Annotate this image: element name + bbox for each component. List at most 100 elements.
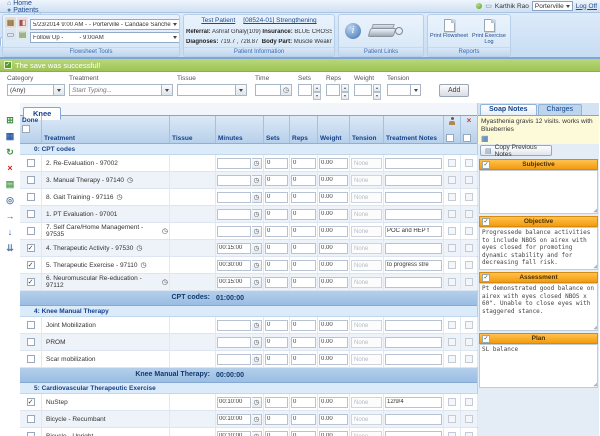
done-checkbox[interactable] (26, 415, 35, 423)
copy-icon[interactable]: ⇊ (5, 243, 16, 254)
tension-select[interactable]: None (351, 413, 382, 425)
remove-checkbox[interactable] (465, 338, 473, 346)
section-header[interactable]: 0: CPT codes (20, 144, 477, 155)
tension-select[interactable]: None (351, 225, 382, 237)
print-flowsheet-button[interactable]: Print Flowsheet (430, 17, 468, 45)
soap-text-objective[interactable]: Progressede balance activities to includ… (479, 227, 598, 270)
nav-tab-patients[interactable]: ● Patients (0, 7, 72, 14)
grid-icon[interactable]: ▤ (5, 179, 16, 190)
supervise-checkbox[interactable] (448, 244, 456, 252)
supervise-checkbox[interactable] (448, 278, 456, 286)
reps-input[interactable] (291, 191, 316, 203)
scanner-icon[interactable] (367, 24, 403, 38)
category-select[interactable] (7, 84, 54, 96)
remove-checkbox[interactable] (465, 415, 473, 423)
sets-input[interactable] (265, 191, 288, 203)
sets-input[interactable] (265, 396, 288, 408)
supervise-checkbox[interactable] (448, 398, 456, 406)
select-all-supervise-checkbox[interactable] (446, 134, 454, 142)
timer-button[interactable]: ◷ (252, 242, 262, 254)
weight-input[interactable] (319, 336, 348, 348)
done-checkbox[interactable]: ✓ (26, 278, 35, 286)
minutes-input[interactable] (217, 353, 251, 365)
supervise-checkbox[interactable] (448, 176, 456, 184)
sidebar-tab-soap-notes[interactable]: Soap Notes (480, 104, 537, 115)
timer-button[interactable]: ◷ (252, 208, 262, 220)
timer-button[interactable]: ◷ (252, 157, 262, 169)
treatment-notes-input[interactable] (385, 396, 442, 408)
timer-button[interactable]: ◷ (252, 413, 262, 425)
remove-checkbox[interactable] (465, 398, 473, 406)
minutes-input[interactable] (217, 430, 251, 436)
reps-input[interactable] (291, 336, 316, 348)
print-exercise-log-button[interactable]: Print Exercise Log (470, 17, 508, 45)
sidebar-tab-charges[interactable]: Charges (537, 104, 582, 115)
sets-input[interactable] (265, 276, 288, 288)
sets-input[interactable] (265, 353, 288, 365)
reps-input[interactable] (291, 276, 316, 288)
treatment-notes-input[interactable] (385, 413, 442, 425)
treatment-notes-input[interactable] (385, 259, 442, 271)
tension-select[interactable]: None (351, 353, 382, 365)
timer-button[interactable]: ◷ (252, 396, 262, 408)
weight-input[interactable] (319, 174, 348, 186)
tension-select[interactable]: None (351, 208, 382, 220)
chevron-down-icon[interactable] (54, 84, 65, 96)
tension-select[interactable]: None (351, 336, 382, 348)
done-checkbox[interactable] (26, 355, 35, 363)
supervise-checkbox[interactable] (448, 355, 456, 363)
remove-checkbox[interactable] (465, 432, 473, 436)
weight-input[interactable] (319, 191, 348, 203)
add-row-icon[interactable]: ⊞ (5, 115, 16, 126)
clinic-select[interactable]: Porterville (531, 1, 573, 11)
supervise-checkbox[interactable] (448, 159, 456, 167)
edit-icon[interactable]: ✓ (482, 334, 490, 343)
minutes-input[interactable] (217, 276, 251, 288)
minutes-input[interactable] (217, 157, 251, 169)
weight-input[interactable] (319, 353, 348, 365)
treatment-notes-input[interactable] (385, 319, 442, 331)
reps-input[interactable] (291, 259, 316, 271)
minutes-input[interactable] (217, 191, 251, 203)
patient-card-icon[interactable]: ◧ (17, 17, 28, 28)
timer-button[interactable]: ◷ (252, 225, 262, 237)
tension-select[interactable]: None (351, 319, 382, 331)
remove-checkbox[interactable] (465, 176, 473, 184)
edit-icon[interactable]: ✓ (482, 217, 490, 226)
weight-input[interactable] (319, 242, 348, 254)
tension-select[interactable]: None (351, 157, 382, 169)
sets-input[interactable] (298, 84, 312, 96)
supervise-checkbox[interactable] (448, 227, 456, 235)
select-all-remove-checkbox[interactable] (463, 134, 471, 142)
add-button[interactable]: Add (439, 84, 470, 97)
tension-select[interactable]: None (351, 242, 382, 254)
refresh-icon[interactable]: ↻ (5, 147, 16, 158)
copy-previous-notes-button[interactable]: ▤ Copy Previous Notes (480, 144, 552, 158)
remove-checkbox[interactable] (465, 321, 473, 329)
supervise-checkbox[interactable] (448, 210, 456, 218)
done-checkbox[interactable] (26, 321, 35, 329)
tension-select[interactable]: None (351, 259, 382, 271)
sets-stepper[interactable]: ▴ ▾ (313, 84, 321, 100)
sets-input[interactable] (265, 157, 288, 169)
treatment-notes-input[interactable] (385, 353, 442, 365)
remove-checkbox[interactable] (465, 210, 473, 218)
supervise-checkbox[interactable] (448, 193, 456, 201)
remove-checkbox[interactable] (465, 227, 473, 235)
treatment-notes-input[interactable] (385, 242, 442, 254)
treatment-notes-input[interactable] (385, 191, 442, 203)
weight-input[interactable] (354, 84, 372, 96)
done-checkbox[interactable] (26, 176, 35, 184)
reps-input[interactable] (291, 225, 316, 237)
timer-button[interactable]: ◷ (252, 276, 262, 288)
edit-icon[interactable]: ✓ (482, 273, 490, 282)
timer-button[interactable]: ◷ (252, 336, 262, 348)
tension-select[interactable]: None (351, 191, 382, 203)
minutes-input[interactable] (217, 259, 251, 271)
sets-input[interactable] (265, 336, 288, 348)
resize-handle[interactable]: ◢ (593, 263, 597, 270)
soap-text-subjective[interactable]: ◢ (479, 170, 598, 214)
treatment-notes-input[interactable] (385, 225, 442, 237)
visit-type-select[interactable]: Follow Up - - 9:00AM (30, 32, 179, 43)
minutes-input[interactable] (217, 225, 251, 237)
